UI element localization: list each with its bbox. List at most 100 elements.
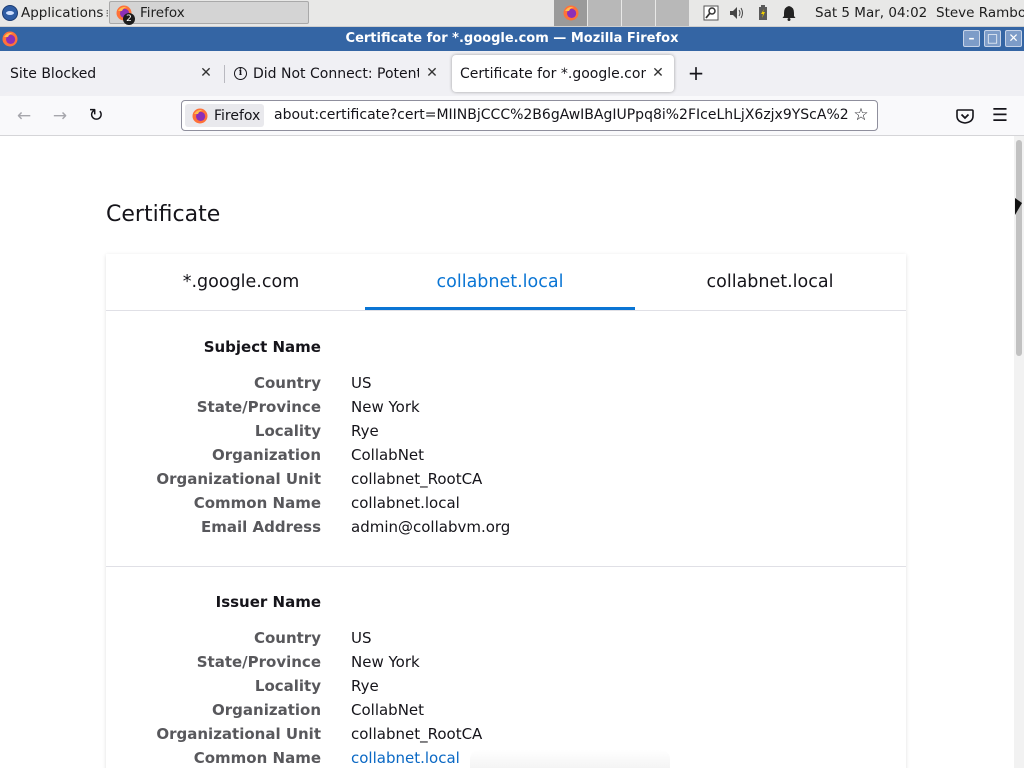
workspace-3[interactable]: [622, 0, 656, 26]
taskbar-firefox-button[interactable]: 2 Firefox: [109, 1, 309, 25]
info-key: Locality: [254, 677, 321, 695]
tab-did-not-connect[interactable]: i Did Not Connect: Potential Security Is…: [226, 55, 448, 92]
user-menu[interactable]: Steve Rambo: [936, 0, 1024, 26]
cert-tab-collabnet-selected[interactable]: collabnet.local: [365, 254, 635, 310]
window-title: Certificate for *.google.com — Mozilla F…: [345, 31, 679, 46]
info-row: State/Province New York: [106, 653, 906, 677]
info-value: New York: [351, 398, 420, 416]
firefox-icon: [192, 108, 208, 123]
tab-certificate[interactable]: Certificate for *.google.com ✕: [452, 55, 674, 92]
certificate-tabs: *.google.com collabnet.local collabnet.l…: [106, 254, 906, 311]
url-input[interactable]: about:certificate?cert=MIINBjCCC%2B6gAwI…: [274, 101, 848, 130]
info-value: Rye: [351, 422, 379, 440]
info-row: Organization CollabNet: [106, 701, 906, 725]
info-row: Organization CollabNet: [106, 446, 906, 470]
star-icon[interactable]: ☆: [851, 105, 871, 125]
info-value: collabnet_RootCA: [351, 470, 483, 488]
info-key: Locality: [254, 422, 321, 440]
info-row: Locality Rye: [106, 677, 906, 701]
pocket-icon[interactable]: [953, 104, 977, 128]
info-row: Locality Rye: [106, 422, 906, 446]
minimize-button[interactable]: –: [963, 30, 980, 47]
close-icon[interactable]: ✕: [424, 65, 440, 81]
identity-label: Firefox: [214, 107, 261, 124]
applications-label: Applications: [21, 5, 104, 21]
tab-site-blocked[interactable]: Site Blocked ✕: [0, 55, 222, 92]
close-window-button[interactable]: ✕: [1005, 30, 1022, 47]
window-controls: – □ ✕: [963, 30, 1022, 47]
info-row: Organizational Unit collabnet_RootCA: [106, 470, 906, 494]
cert-tab-google[interactable]: *.google.com: [106, 254, 376, 310]
taskbar-firefox-label: Firefox: [140, 4, 185, 21]
top-panel: Applications ⁝ 2 Firefox Sat 5 Mar, 04:0…: [0, 0, 1024, 27]
bell-icon[interactable]: [780, 4, 798, 22]
tab-label: Certificate for *.google.com: [460, 65, 646, 82]
xfce-logo-icon: [2, 5, 18, 21]
menu-icon[interactable]: ☰: [988, 104, 1012, 128]
info-key: Organization: [212, 701, 321, 719]
plus-icon[interactable]: +: [684, 61, 708, 85]
maximize-button[interactable]: □: [984, 30, 1001, 47]
info-value: collabnet_RootCA: [351, 725, 483, 743]
info-row: Email Address admin@collabvm.org: [106, 518, 906, 542]
cert-tab-collabnet-root[interactable]: collabnet.local: [635, 254, 905, 310]
tab-label: Site Blocked: [10, 65, 97, 82]
window-titlebar[interactable]: Certificate for *.google.com — Mozilla F…: [0, 27, 1024, 51]
url-bar[interactable]: Firefox about:certificate?cert=MIINBjCCC…: [181, 100, 878, 131]
info-value: Rye: [351, 677, 379, 695]
info-value: CollabNet: [351, 701, 425, 719]
info-icon: i: [234, 67, 247, 80]
tab-strip: Site Blocked ✕ i Did Not Connect: Potent…: [0, 51, 1024, 96]
info-key: State/Province: [196, 653, 321, 671]
certificate-card: *.google.com collabnet.local collabnet.l…: [106, 254, 906, 768]
firefox-icon: [563, 5, 578, 21]
volume-icon[interactable]: [728, 4, 746, 22]
info-key: Common Name: [193, 749, 321, 767]
battery-icon[interactable]: [754, 4, 772, 22]
workspace-switcher: [554, 0, 690, 26]
workspace-1[interactable]: [554, 0, 588, 26]
identity-box[interactable]: Firefox: [185, 104, 264, 127]
close-icon[interactable]: ✕: [198, 65, 214, 81]
close-icon[interactable]: ✕: [650, 65, 666, 81]
info-key: Common Name: [193, 494, 321, 512]
info-value: US: [351, 374, 372, 392]
applications-menu[interactable]: Applications ⁝: [0, 0, 109, 26]
info-key: Country: [253, 374, 321, 392]
section-heading: Subject Name: [203, 338, 321, 356]
page-title: Certificate: [106, 202, 221, 227]
clock[interactable]: Sat 5 Mar, 04:02: [815, 0, 927, 26]
info-row: Common Name collabnet.local: [106, 494, 906, 518]
info-value: admin@collabvm.org: [351, 518, 511, 536]
reload-icon[interactable]: ↻: [84, 104, 108, 128]
workspace-2[interactable]: [588, 0, 622, 26]
info-key: State/Province: [196, 398, 321, 416]
info-value: collabnet.local: [351, 494, 460, 512]
info-key: Country: [253, 629, 321, 647]
window-count-badge: 2: [123, 13, 135, 25]
forward-icon[interactable]: →: [48, 104, 72, 128]
scrollbar-thumb[interactable]: [1016, 140, 1022, 356]
tab-label: Did Not Connect: Potential Security Issu…: [253, 65, 419, 82]
tab-separator: [224, 65, 225, 83]
info-row: Country US: [106, 374, 906, 398]
bottom-overlay: [470, 750, 670, 768]
page-content: Certificate *.google.com collabnet.local…: [0, 136, 1014, 768]
info-row: State/Province New York: [106, 398, 906, 422]
workspace-4[interactable]: [656, 0, 690, 26]
back-icon[interactable]: ←: [12, 104, 36, 128]
search-icon[interactable]: [702, 4, 720, 22]
page-scrollbar[interactable]: [1014, 136, 1024, 768]
info-row: Country US: [106, 629, 906, 653]
section-divider: [106, 566, 906, 567]
info-value: CollabNet: [351, 446, 425, 464]
mouse-cursor: [1015, 198, 1022, 215]
navigation-toolbar: ← → ↻ Firefox about:certificate?cert=MII…: [0, 96, 1024, 136]
info-value: US: [351, 629, 372, 647]
info-key: Organization: [212, 446, 321, 464]
common-name-link[interactable]: collabnet.local: [351, 749, 460, 767]
info-key: Email Address: [200, 518, 321, 536]
info-row: Organizational Unit collabnet_RootCA: [106, 725, 906, 749]
info-key: Organizational Unit: [156, 725, 321, 743]
info-key: Organizational Unit: [156, 470, 321, 488]
